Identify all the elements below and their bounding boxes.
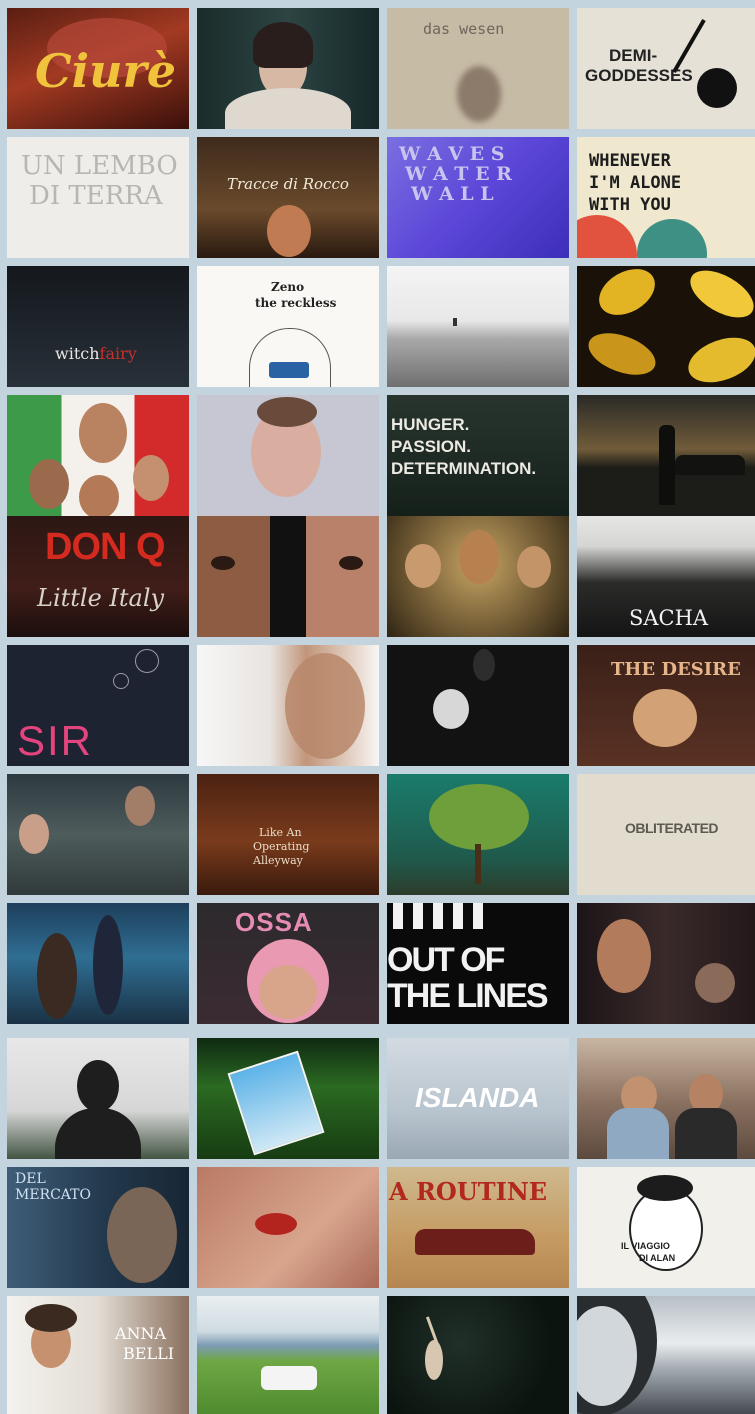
poster-hunger[interactable]: HUNGER. PASSION. DETERMINATION. xyxy=(387,395,569,516)
poster-three-men[interactable] xyxy=(387,516,569,637)
poster-bust[interactable] xyxy=(7,1038,189,1159)
poster-title-line3: WITH YOU xyxy=(589,195,671,215)
poster-islanda[interactable]: ISLANDA xyxy=(387,1038,569,1159)
poster-title: Tracce di Rocco xyxy=(227,175,349,193)
poster-white-field[interactable] xyxy=(387,266,569,387)
poster-title-line2: Operating xyxy=(253,840,310,853)
poster-title-line1: DEMI- xyxy=(609,46,658,65)
poster-title-line2: I'M ALONE xyxy=(589,173,682,193)
poster-portrait-woman[interactable] xyxy=(577,903,755,1024)
poster-profile[interactable] xyxy=(197,645,379,766)
poster-sir[interactable]: SIR xyxy=(7,645,189,766)
poster-title-line1: HUNGER. xyxy=(391,415,470,434)
poster-title-line1: DON Q xyxy=(45,526,166,568)
poster-title: witchfairy xyxy=(55,344,137,363)
poster-title: OSSA xyxy=(235,907,313,937)
poster-title: Ciurè xyxy=(35,44,177,98)
poster-title-line1: WHENEVER xyxy=(589,151,671,171)
poster-two-faces[interactable] xyxy=(197,516,379,637)
poster-grid: Ciurè das wesen DEMI- GODDESSES UN LEMBO… xyxy=(7,8,755,1414)
poster-title-line3: DETERMINATION. xyxy=(391,459,537,478)
poster-don-q[interactable]: DON Q Little Italy xyxy=(7,516,189,637)
poster-whenever[interactable]: WHENEVER I'M ALONE WITH YOU xyxy=(577,137,755,258)
poster-gold-splash[interactable] xyxy=(577,266,755,387)
poster-out-of-the-lines[interactable]: OUT OF THE LINES xyxy=(387,903,569,1024)
poster-witchfairy[interactable]: witchfairy xyxy=(7,266,189,387)
poster-obliterated[interactable]: OBLITERATED xyxy=(577,774,755,895)
poster-ciure[interactable]: Ciurè xyxy=(7,8,189,129)
poster-italian-family[interactable] xyxy=(7,395,189,516)
poster-zeno[interactable]: Zeno the reckless xyxy=(197,266,379,387)
poster-das-wesen[interactable]: das wesen xyxy=(387,8,569,129)
poster-ossa[interactable]: OSSA xyxy=(197,903,379,1024)
poster-title-line1: W A V E S xyxy=(399,143,505,165)
poster-sacha[interactable]: SACHA xyxy=(577,516,755,637)
poster-title-line3: W A L L xyxy=(411,183,494,205)
poster-hands-face[interactable] xyxy=(197,395,379,516)
poster-title: SIR xyxy=(17,717,94,764)
poster-title: das wesen xyxy=(423,20,505,38)
poster-the-desire[interactable]: THE DESIRE xyxy=(577,645,755,766)
poster-doll[interactable] xyxy=(387,645,569,766)
poster-title-line2: the reckless xyxy=(255,296,337,310)
poster-title-line2: DI TERRA xyxy=(29,181,163,211)
poster-title-line1: ANNA xyxy=(115,1324,167,1343)
poster-title-line2: MERCATO xyxy=(15,1187,91,1203)
poster-lips[interactable] xyxy=(197,1167,379,1288)
poster-title-line1: Zeno xyxy=(271,280,305,294)
poster-night-road[interactable] xyxy=(577,395,755,516)
poster-alleyway[interactable]: Like An Operating Alleyway xyxy=(197,774,379,895)
poster-title-line1: IL VIAGGIO xyxy=(621,1241,670,1251)
poster-two-men[interactable] xyxy=(577,1038,755,1159)
poster-un-lembo[interactable]: UN LEMBO DI TERRA xyxy=(7,137,189,258)
poster-family-porch[interactable] xyxy=(7,774,189,895)
poster-demi-goddesses[interactable]: DEMI- GODDESSES xyxy=(577,8,755,129)
poster-title-line1: DEL xyxy=(15,1171,46,1187)
poster-title-line1: UN LEMBO xyxy=(21,151,178,181)
poster-title: THE DESIRE xyxy=(611,659,741,680)
poster-bride[interactable]: ANNA BELLI xyxy=(7,1296,189,1414)
poster-title-line2: BELLI xyxy=(123,1344,175,1363)
poster-title-line2: THE LINES xyxy=(387,977,549,1015)
poster-title: ISLANDA xyxy=(415,1082,540,1113)
poster-title-line1: Like An xyxy=(259,826,302,839)
poster-title-line3: Alleyway xyxy=(253,854,303,867)
poster-sky-card[interactable] xyxy=(197,1038,379,1159)
poster-veil[interactable] xyxy=(197,8,379,129)
poster-title-line2: W A T E R xyxy=(405,163,512,185)
poster-sea-couple[interactable] xyxy=(7,903,189,1024)
poster-title-line1: OUT OF xyxy=(387,941,505,979)
poster-title: SACHA xyxy=(629,606,709,630)
poster-tracce-di-rocco[interactable]: Tracce di Rocco xyxy=(197,137,379,258)
poster-title-line2: DI ALAN xyxy=(639,1253,676,1263)
poster-camper[interactable] xyxy=(197,1296,379,1414)
poster-title-part1: witch xyxy=(55,344,100,363)
poster-dancer[interactable] xyxy=(387,1296,569,1414)
poster-a-routine[interactable]: A ROUTINE xyxy=(387,1167,569,1288)
poster-title: OBLITERATED xyxy=(625,820,719,836)
poster-tree[interactable] xyxy=(387,774,569,895)
poster-wave[interactable] xyxy=(577,1296,755,1414)
poster-title: A ROUTINE xyxy=(389,1177,548,1206)
poster-del-mercato[interactable]: DEL MERCATO xyxy=(7,1167,189,1288)
poster-title-line2: PASSION. xyxy=(391,437,471,456)
poster-waves-water-wall[interactable]: W A V E S W A T E R W A L L xyxy=(387,137,569,258)
poster-title-part2: fairy xyxy=(99,344,137,363)
poster-title-line2: Little Italy xyxy=(37,584,165,612)
poster-il-viaggio-di-alan[interactable]: IL VIAGGIO DI ALAN xyxy=(577,1167,755,1288)
